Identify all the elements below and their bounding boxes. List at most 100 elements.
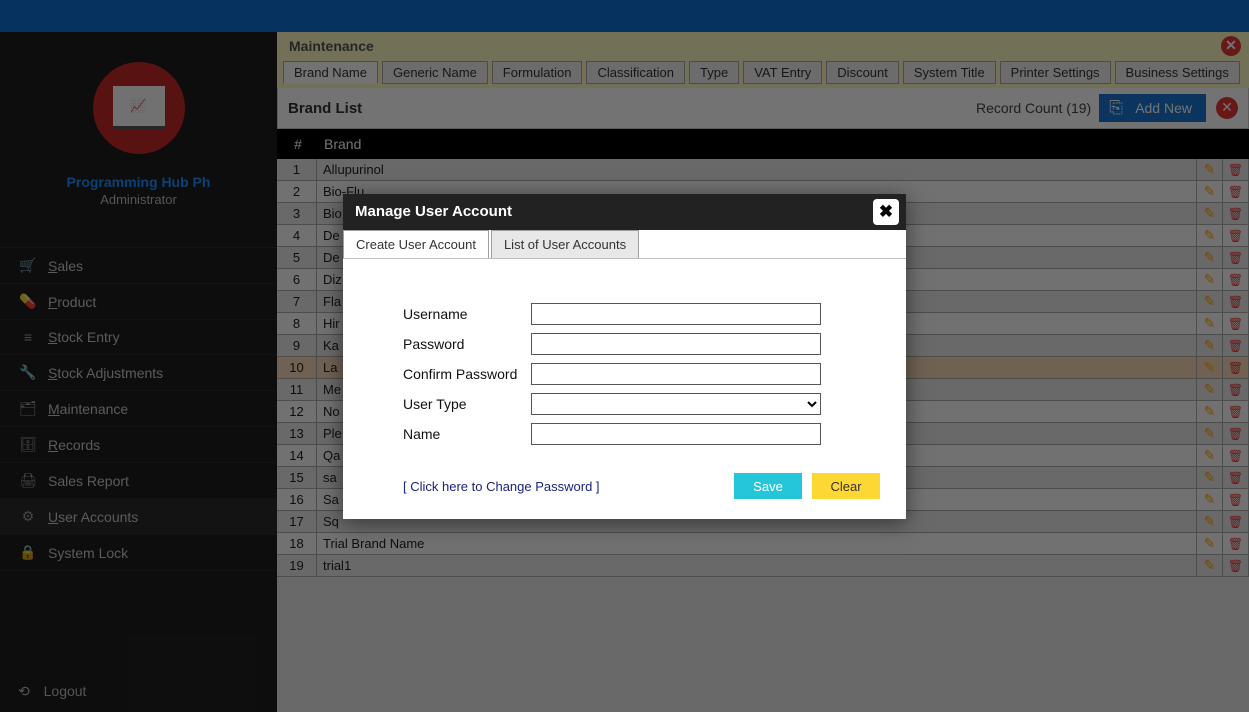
edit-row-button[interactable]: ✎ (1197, 313, 1223, 334)
pencil-icon: ✎ (1204, 183, 1216, 200)
delete-row-button[interactable]: 🗑 (1223, 291, 1249, 312)
edit-row-button[interactable]: ✎ (1197, 445, 1223, 466)
sidebar-item-user-accounts[interactable]: ⚙ User Accounts (0, 499, 277, 535)
edit-row-button[interactable]: ✎ (1197, 555, 1223, 576)
delete-row-button[interactable]: 🗑 (1223, 467, 1249, 488)
edit-row-button[interactable]: ✎ (1197, 269, 1223, 290)
delete-row-button[interactable]: 🗑 (1223, 489, 1249, 510)
table-row[interactable]: 18Trial Brand Name✎🗑 (277, 533, 1249, 555)
row-number: 11 (277, 379, 317, 400)
clear-button[interactable]: Clear (812, 473, 880, 499)
close-maintenance-button[interactable]: ✕ (1221, 36, 1241, 56)
trash-icon: 🗑 (1228, 185, 1243, 199)
delete-row-button[interactable]: 🗑 (1223, 159, 1249, 180)
confirm-password-input[interactable] (531, 363, 821, 385)
pencil-icon: ✎ (1204, 227, 1216, 244)
tab-brand-name[interactable]: Brand Name (283, 61, 378, 84)
tab-vat-entry[interactable]: VAT Entry (743, 61, 822, 84)
edit-row-button[interactable]: ✎ (1197, 379, 1223, 400)
label-confirm-password: Confirm Password (403, 366, 531, 382)
delete-row-button[interactable]: 🗑 (1223, 335, 1249, 356)
trash-icon: 🗑 (1228, 163, 1243, 177)
row-number: 7 (277, 291, 317, 312)
tab-system-title[interactable]: System Title (903, 61, 996, 84)
user-type-select[interactable] (531, 393, 821, 415)
name-input[interactable] (531, 423, 821, 445)
label-username: Username (403, 306, 531, 322)
edit-row-button[interactable]: ✎ (1197, 423, 1223, 444)
edit-row-button[interactable]: ✎ (1197, 181, 1223, 202)
delete-row-button[interactable]: 🗑 (1223, 423, 1249, 444)
modal-tab-list-of-user-accounts[interactable]: List of User Accounts (491, 230, 639, 258)
tab-generic-name[interactable]: Generic Name (382, 61, 488, 84)
row-number: 4 (277, 225, 317, 246)
edit-row-button[interactable]: ✎ (1197, 511, 1223, 532)
edit-row-button[interactable]: ✎ (1197, 225, 1223, 246)
edit-row-button[interactable]: ✎ (1197, 291, 1223, 312)
save-button[interactable]: Save (734, 473, 802, 499)
col-brand: Brand (318, 136, 1248, 152)
sidebar-item-maintenance[interactable]: 🗂Maintenance (0, 391, 277, 427)
sidebar-item-stock-entry[interactable]: ≡Stock Entry (0, 320, 277, 355)
nav-icon: ≡ (18, 329, 38, 345)
edit-row-button[interactable]: ✎ (1197, 335, 1223, 356)
logout-button[interactable]: ⟲ Logout (0, 671, 277, 712)
manage-user-modal: Manage User Account ✖ Create User Accoun… (343, 194, 906, 519)
edit-row-button[interactable]: ✎ (1197, 401, 1223, 422)
sidebar-item-label: Records (48, 437, 100, 453)
trash-icon: 🗑 (1228, 559, 1243, 573)
tab-formulation[interactable]: Formulation (492, 61, 583, 84)
table-row[interactable]: 1Allupurinol✎🗑 (277, 159, 1249, 181)
delete-row-button[interactable]: 🗑 (1223, 445, 1249, 466)
nav-icon: 🗄 (18, 436, 38, 453)
modal-close-button[interactable]: ✖ (873, 199, 899, 225)
tab-classification[interactable]: Classification (586, 61, 685, 84)
username-input[interactable] (531, 303, 821, 325)
delete-row-button[interactable]: 🗑 (1223, 533, 1249, 554)
pencil-icon: ✎ (1204, 403, 1216, 420)
avatar: 📈 (93, 62, 185, 154)
pencil-icon: ✎ (1204, 337, 1216, 354)
delete-row-button[interactable]: 🗑 (1223, 379, 1249, 400)
password-input[interactable] (531, 333, 821, 355)
pencil-icon: ✎ (1204, 425, 1216, 442)
delete-row-button[interactable]: 🗑 (1223, 181, 1249, 202)
delete-row-button[interactable]: 🗑 (1223, 247, 1249, 268)
sidebar-item-system-lock[interactable]: 🔒System Lock (0, 535, 277, 571)
tab-business-settings[interactable]: Business Settings (1115, 61, 1240, 84)
edit-row-button[interactable]: ✎ (1197, 159, 1223, 180)
row-number: 10 (277, 357, 317, 378)
edit-row-button[interactable]: ✎ (1197, 489, 1223, 510)
add-new-button[interactable]: Add New (1099, 94, 1206, 122)
sidebar-item-sales-report[interactable]: 🖨Sales Report (0, 463, 277, 499)
delete-row-button[interactable]: 🗑 (1223, 225, 1249, 246)
delete-row-button[interactable]: 🗑 (1223, 203, 1249, 224)
delete-row-button[interactable]: 🗑 (1223, 269, 1249, 290)
edit-row-button[interactable]: ✎ (1197, 533, 1223, 554)
delete-row-button[interactable]: 🗑 (1223, 357, 1249, 378)
record-count: Record Count (19) (976, 100, 1091, 116)
delete-row-button[interactable]: 🗑 (1223, 313, 1249, 334)
modal-tab-create-user-account[interactable]: Create User Account (343, 230, 489, 258)
edit-row-button[interactable]: ✎ (1197, 357, 1223, 378)
sidebar-item-label: Sales Report (48, 473, 129, 489)
sidebar-item-label: Product (48, 294, 96, 310)
change-password-link[interactable]: [ Click here to Change Password ] (403, 479, 600, 494)
sidebar-item-label: User Accounts (48, 509, 138, 525)
edit-row-button[interactable]: ✎ (1197, 247, 1223, 268)
tab-discount[interactable]: Discount (826, 61, 899, 84)
delete-row-button[interactable]: 🗑 (1223, 511, 1249, 532)
sidebar-item-records[interactable]: 🗄 Records (0, 427, 277, 463)
edit-row-button[interactable]: ✎ (1197, 467, 1223, 488)
sidebar-item-product[interactable]: 💊Product (0, 284, 277, 320)
close-list-button[interactable]: ✕ (1216, 97, 1238, 119)
edit-row-button[interactable]: ✎ (1197, 203, 1223, 224)
nav-icon: ⚙ (18, 508, 38, 525)
delete-row-button[interactable]: 🗑 (1223, 555, 1249, 576)
tab-printer-settings[interactable]: Printer Settings (1000, 61, 1111, 84)
sidebar-item-sales[interactable]: 🛒Sales (0, 248, 277, 284)
delete-row-button[interactable]: 🗑 (1223, 401, 1249, 422)
table-row[interactable]: 19trial1✎🗑 (277, 555, 1249, 577)
sidebar-item-stock-adjustments[interactable]: 🔧Stock Adjustments (0, 355, 277, 391)
tab-type[interactable]: Type (689, 61, 739, 84)
